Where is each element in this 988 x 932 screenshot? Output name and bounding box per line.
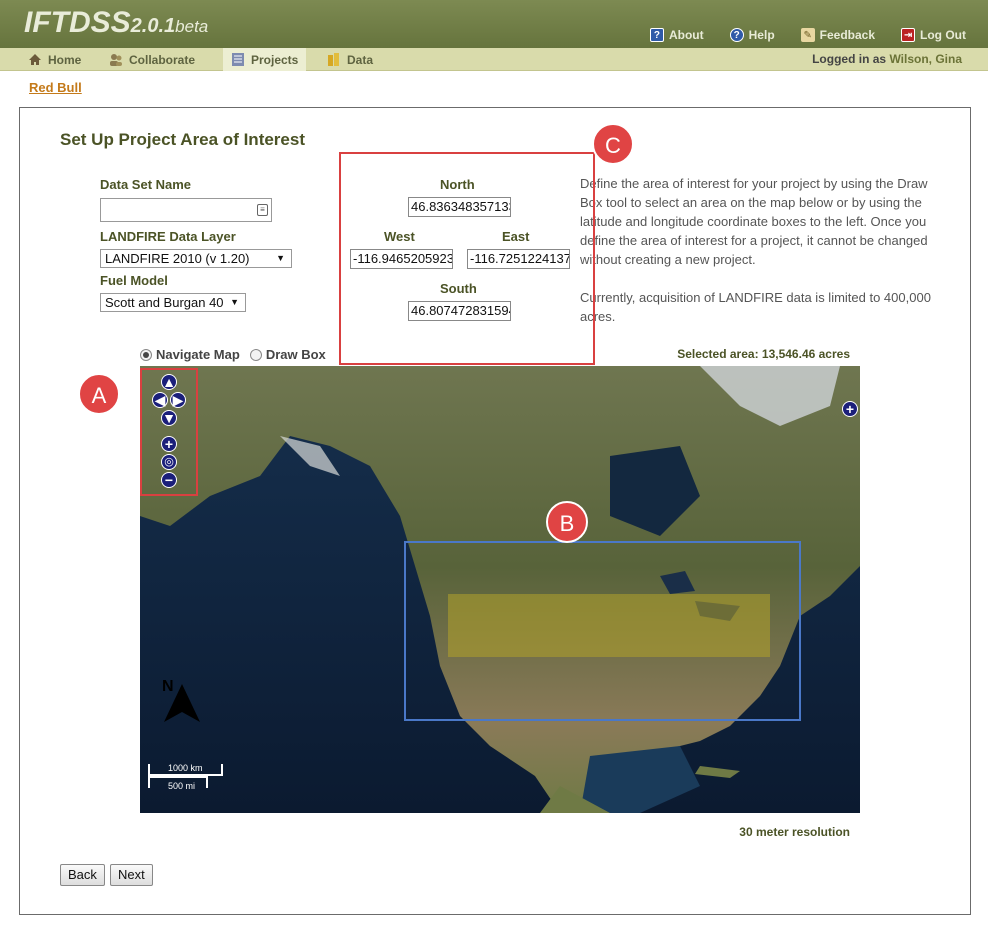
- landfire-select[interactable]: LANDFIRE 2010 (v 1.20) ▼: [100, 249, 292, 268]
- help-paragraph-1: Define the area of interest for your pro…: [580, 176, 928, 267]
- app-logo: IFTDSS2.0.1beta: [24, 6, 209, 39]
- dropdown-arrow-icon: ▼: [230, 297, 239, 307]
- logout-link[interactable]: ⇥ Log Out: [901, 28, 966, 42]
- annotation-c-marker: C: [592, 123, 634, 165]
- tab-collaborate[interactable]: Collaborate: [109, 48, 195, 71]
- annotation-b-marker: B: [546, 501, 588, 543]
- help-icon: ?: [729, 28, 744, 42]
- selected-area-highlight: [448, 594, 770, 657]
- logged-in-status: Logged in as Wilson, Gina: [812, 52, 962, 66]
- north-arrow: N: [162, 678, 200, 722]
- contact-card-icon: ≡: [257, 204, 268, 216]
- data-icon: [328, 53, 339, 66]
- breadcrumb-project[interactable]: Red Bull: [29, 80, 82, 95]
- collaborate-icon: [110, 54, 122, 66]
- help-paragraph-2: Currently, acquisition of LANDFIRE data …: [580, 290, 931, 324]
- help-text: Define the area of interest for your pro…: [580, 174, 940, 345]
- map-mode-radios: Navigate Map Draw Box: [140, 347, 326, 362]
- radio-unselected-icon: [249, 348, 262, 361]
- draw-box-radio[interactable]: Draw Box: [249, 347, 326, 362]
- annotation-a-marker: A: [78, 373, 120, 415]
- tab-projects[interactable]: Projects: [223, 48, 307, 71]
- layer-switcher-icon[interactable]: +: [842, 401, 858, 417]
- feedback-icon: ✎: [800, 28, 815, 42]
- selected-area-text: Selected area: 13,546.46 acres: [677, 347, 850, 361]
- home-icon: [29, 54, 41, 65]
- fuel-model-select[interactable]: Scott and Burgan 40 ▼: [100, 293, 246, 312]
- dataset-name-input[interactable]: ≡: [100, 198, 272, 222]
- user-name[interactable]: Wilson, Gina: [889, 52, 962, 66]
- page-title: Set Up Project Area of Interest: [60, 130, 305, 149]
- landfire-label: LANDFIRE Data Layer: [100, 229, 236, 244]
- main-nav: Home Collaborate Projects Data Logged in…: [0, 48, 988, 71]
- projects-icon: [232, 53, 244, 66]
- resolution-text: 30 meter resolution: [739, 825, 850, 839]
- app-header: IFTDSS2.0.1beta ? About ? Help ✎ Feedbac…: [0, 0, 988, 48]
- help-link[interactable]: ? Help: [729, 28, 775, 42]
- next-button[interactable]: Next: [110, 864, 153, 886]
- logout-icon: ⇥: [901, 28, 916, 42]
- radio-selected-icon: [140, 348, 152, 361]
- about-link[interactable]: ? About: [649, 28, 704, 42]
- tab-data[interactable]: Data: [327, 48, 373, 71]
- back-button[interactable]: Back: [60, 864, 105, 886]
- feedback-link[interactable]: ✎ Feedback: [800, 28, 875, 42]
- dropdown-arrow-icon: ▼: [276, 253, 285, 263]
- north-arrow-icon: [164, 684, 200, 722]
- fuel-model-label: Fuel Model: [100, 273, 168, 288]
- dataset-name-label: Data Set Name: [100, 177, 192, 192]
- annotation-a-box: [140, 368, 198, 496]
- navigate-map-radio[interactable]: Navigate Map: [140, 347, 240, 362]
- top-links: ? About ? Help ✎ Feedback ⇥ Log Out: [649, 28, 966, 42]
- map-view[interactable]: ▲ ◀ ▶ ▼ + ◎ − + N 1000 km 500 mi: [140, 366, 860, 813]
- about-icon: ?: [649, 28, 664, 42]
- map-scale: 1000 km 500 mi: [148, 763, 223, 791]
- annotation-c-box: [339, 152, 595, 365]
- tab-home[interactable]: Home: [28, 48, 81, 71]
